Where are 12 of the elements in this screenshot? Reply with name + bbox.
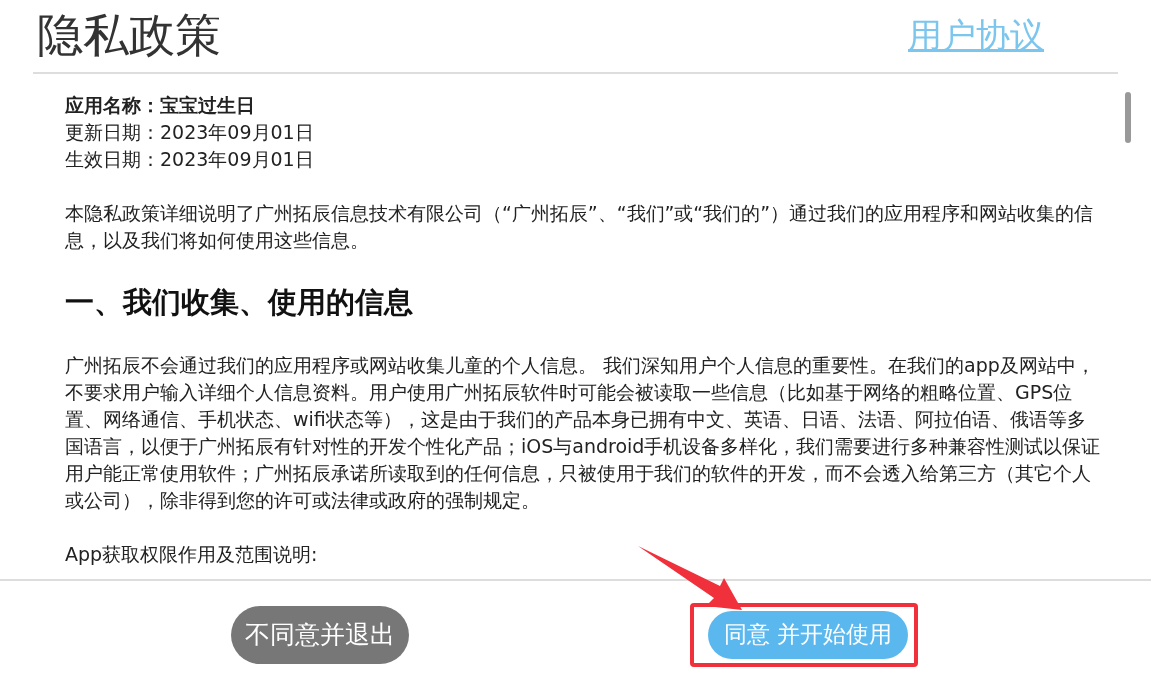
- paragraph: App获取权限作用及范围说明:: [65, 542, 319, 567]
- scrollbar[interactable]: [1125, 92, 1131, 143]
- paragraph: 本隐私政策详细说明了广州拓辰信息技术有限公司（“广州拓辰”、“我们”或“我们的”）通过我们的应用程序和网站收集的信息，以及我们将如何使用这些信息。: [65, 201, 1095, 253]
- paragraph: 广州拓辰不会通过我们的应用程序或网站收集儿童的个人信息。 我们深知用户个人信息的重要性。在我们的app及网站中，不要求用户输入详细个人信息资料。用户使用广州拓辰软件时可能会被读取一些信息（比如基于网络的粗略位置、GPS位置、网络通信、手机状态、wifi状态等），这是由于我们的产品本身已拥有中文、英语、日语、法语、阿拉伯语、俄语等多国语言，以便于广州拓辰有针对性的开发个性化产品；iOS与android手机设备多样化，我们需要进行多种兼容性测试以保证用户能正常使用软件；广州拓辰承诺所读取到的任何信息，只被使用于我们的软件的开发，而不会透入给第三方（其它个人或公司），除非得到您的许可或法律或政府的强制规定。: [65, 353, 1101, 513]
- page-title: 隐私政策: [36, 7, 221, 64]
- accept-button[interactable]: 同意 并开始使用: [708, 610, 909, 659]
- decline-button[interactable]: 不同意并退出: [231, 605, 409, 664]
- info-line: 应用名称：宝宝过生日: [65, 93, 256, 118]
- section-heading: 一、我们收集、使用的信息: [65, 284, 414, 321]
- info-line: 更新日期：2023年09月01日: [65, 120, 315, 145]
- user-agreement-link[interactable]: 用户协议: [908, 13, 1044, 59]
- info-line: 生效日期：2023年09月01日: [65, 147, 315, 172]
